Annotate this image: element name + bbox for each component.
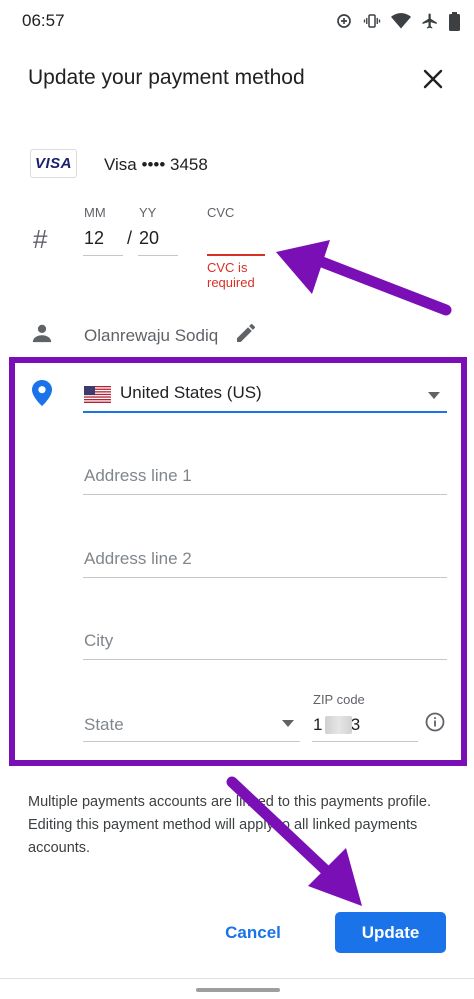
cvc-error-message: CVC is required (207, 260, 255, 290)
arrow-to-cvc (276, 240, 452, 316)
wifi-icon (391, 13, 411, 29)
hash-icon: # (33, 224, 48, 254)
cardholder-name: Olanrewaju Sodiq (84, 326, 219, 345)
yy-input[interactable]: 20 (139, 228, 159, 249)
country-underline (83, 411, 447, 413)
zip-redaction (325, 716, 352, 734)
location-pin-icon (32, 380, 52, 406)
mm-underline (83, 255, 123, 256)
state-placeholder: State (84, 715, 124, 734)
state-select[interactable]: State (83, 705, 300, 742)
address-line1-input[interactable] (83, 457, 447, 495)
city-input[interactable] (83, 622, 447, 660)
nav-divider (0, 978, 474, 979)
airplane-icon (422, 13, 437, 29)
status-time: 06:57 (22, 11, 65, 30)
us-flag-icon (84, 386, 111, 403)
status-icons (335, 10, 460, 32)
gesture-nav-handle[interactable] (196, 988, 280, 992)
edit-icon[interactable] (234, 321, 258, 345)
close-icon (423, 69, 443, 89)
mm-input[interactable]: 12 (84, 228, 104, 249)
chevron-down-icon (282, 720, 294, 727)
chevron-down-icon (428, 392, 440, 399)
card-label: Visa •••• 3458 (104, 155, 208, 174)
country-value: United States (US) (120, 383, 262, 402)
cvc-label: CVC (207, 205, 235, 220)
expiry-separator: / (127, 228, 133, 248)
zip-label: ZIP code (313, 692, 365, 707)
address-line2-input[interactable] (83, 540, 447, 578)
visa-logo: VISA (30, 149, 77, 178)
yy-label: YY (139, 205, 157, 220)
data-saver-icon (337, 14, 351, 28)
close-button[interactable] (418, 64, 448, 94)
status-bar: 06:57 (0, 0, 474, 42)
cvc-input[interactable] (207, 254, 265, 256)
battery-icon (449, 11, 460, 31)
update-button[interactable]: Update (335, 912, 446, 953)
linked-accounts-notice: Multiple payments accounts are linked to… (28, 794, 431, 856)
mm-label: MM (84, 205, 106, 220)
vibrate-icon (363, 14, 381, 28)
visa-logo-text: VISA (34, 155, 72, 172)
dialog-title: Update your payment method (28, 66, 305, 89)
person-icon (32, 324, 52, 343)
cancel-button[interactable]: Cancel (214, 913, 292, 953)
yy-underline (138, 255, 178, 256)
info-icon[interactable] (425, 712, 445, 732)
